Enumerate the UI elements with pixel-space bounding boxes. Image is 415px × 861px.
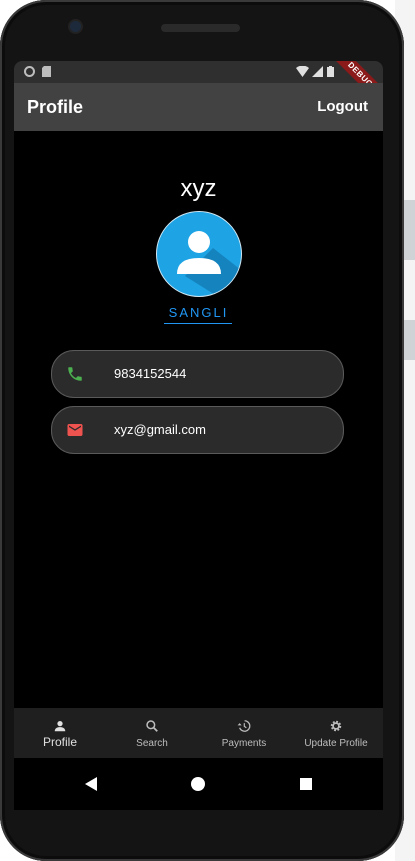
nav-profile[interactable]: Profile [14, 708, 106, 758]
app-screen: DEBUG Profile Logout xyz SANGLI 98341525… [14, 61, 383, 810]
back-icon[interactable] [77, 770, 105, 798]
signal-icon [312, 66, 323, 77]
nav-label: Profile [42, 735, 77, 749]
email-icon [67, 424, 83, 436]
status-circle-icon [24, 66, 35, 77]
logout-button[interactable]: Logout [317, 98, 368, 115]
nav-label: Update Profile [304, 738, 368, 749]
bottom-navigation: Profile Search Payments Update Profile [14, 708, 383, 758]
gear-icon [330, 720, 342, 732]
search-icon [146, 720, 158, 732]
background-scrollbar [403, 320, 415, 360]
phone-icon [68, 367, 82, 381]
system-navigation-bar [14, 758, 383, 810]
status-bar: DEBUG [14, 61, 383, 112]
history-icon [237, 720, 251, 732]
profile-name: xyz [180, 175, 217, 202]
nav-update-profile[interactable]: Update Profile [290, 708, 382, 758]
nav-payments[interactable]: Payments [198, 708, 290, 758]
person-icon [54, 721, 66, 732]
phone-tile[interactable]: 9834152544 [51, 350, 344, 398]
person-avatar-icon [177, 231, 241, 296]
email-tile[interactable]: xyz@gmail.com [51, 406, 344, 454]
nav-search[interactable]: Search [106, 708, 198, 758]
nav-label: Payments [221, 738, 267, 749]
avatar [156, 211, 242, 297]
sd-card-icon [42, 66, 51, 77]
phone-number: 9834152544 [114, 366, 187, 381]
background-scrollbar [403, 200, 415, 260]
front-camera [70, 21, 81, 32]
nav-label: Search [136, 738, 168, 749]
page-title: Profile [27, 97, 84, 117]
earpiece-speaker [161, 24, 240, 32]
city-link[interactable]: SANGLI [14, 305, 383, 320]
phone-frame: DEBUG Profile Logout xyz SANGLI 98341525… [0, 0, 404, 861]
city-underline [164, 323, 232, 324]
battery-icon [327, 66, 334, 77]
wifi-icon [296, 66, 309, 77]
app-bar: Profile Logout [14, 83, 383, 131]
home-icon[interactable] [184, 770, 212, 798]
recents-icon[interactable] [292, 770, 320, 798]
email-address: xyz@gmail.com [114, 422, 206, 437]
